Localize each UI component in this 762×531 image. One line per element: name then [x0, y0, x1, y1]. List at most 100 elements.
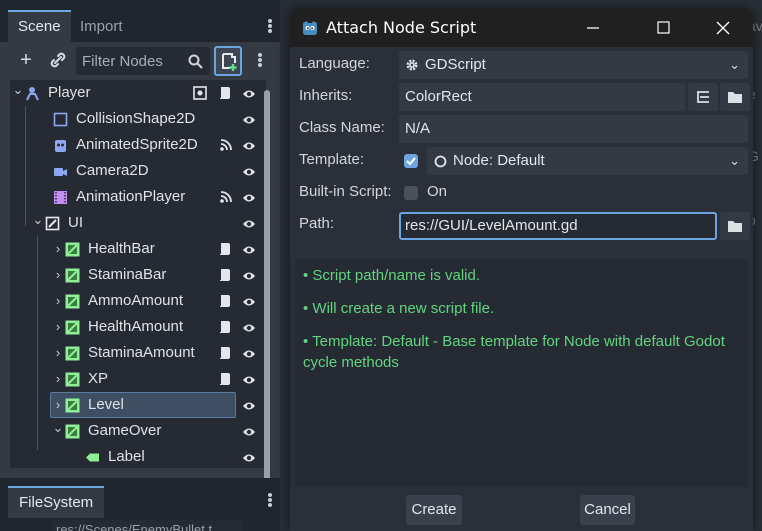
visibility-eye-icon[interactable]: [242, 217, 256, 229]
tree-node-label: AmmoAmount: [88, 292, 184, 309]
signal-icon[interactable]: [219, 190, 233, 204]
chevron-down-icon[interactable]: ⌄: [32, 210, 44, 230]
script-icon[interactable]: [219, 320, 231, 334]
tab-import[interactable]: Import: [70, 10, 133, 42]
tree-row-ammoamount[interactable]: › AmmoAmount: [10, 288, 266, 314]
minimize-button[interactable]: [570, 9, 616, 47]
tree-node-label: StaminaBar: [88, 266, 167, 283]
visibility-eye-icon[interactable]: [242, 113, 256, 125]
chevron-right-icon[interactable]: ›: [52, 288, 64, 314]
filter-nodes-input[interactable]: [76, 47, 186, 75]
instance-icon[interactable]: [193, 86, 207, 100]
inherits-browse-button[interactable]: [720, 83, 750, 111]
script-icon[interactable]: [219, 372, 231, 386]
visibility-eye-icon[interactable]: [242, 243, 256, 255]
tree-row-healthamount[interactable]: › HealthAmount: [10, 314, 266, 340]
scene-dock-tabs: Scene Import: [0, 10, 280, 42]
scene-tree-scrollbar[interactable]: [264, 90, 270, 508]
visibility-eye-icon[interactable]: [242, 269, 256, 281]
link-icon[interactable]: [46, 48, 70, 72]
chevron-down-icon: ⌄: [729, 153, 740, 168]
filesystem-menu-icon[interactable]: [263, 491, 277, 509]
tree-row-ui[interactable]: ⌄ UI: [10, 210, 266, 236]
tree-row-camera2d[interactable]: Camera2D: [10, 158, 266, 184]
tree-node-label: Level: [88, 396, 124, 413]
template-label: Template:: [299, 151, 365, 168]
color-rect-icon: [65, 346, 80, 361]
path-browse-button[interactable]: [720, 212, 750, 240]
dialog-titlebar: Attach Node Script: [290, 9, 753, 47]
scene-options-icon[interactable]: [253, 51, 267, 69]
filesystem-path-field[interactable]: res://Scenes/EnemyBullet.t: [52, 520, 242, 531]
tree-row-gameover[interactable]: ⌄ GameOver: [10, 418, 266, 444]
visibility-eye-icon[interactable]: [242, 399, 256, 411]
color-rect-icon: [65, 372, 80, 387]
class-name-field[interactable]: N/A: [399, 115, 748, 143]
validation-message: • Template: Default - Base template for …: [303, 333, 725, 371]
chevron-right-icon[interactable]: ›: [52, 262, 64, 288]
tree-row-healthbar[interactable]: › HealthBar: [10, 236, 266, 262]
language-dropdown[interactable]: GDScript ⌄: [399, 51, 748, 79]
chevron-down-icon: ⌄: [729, 57, 740, 72]
signal-icon[interactable]: [219, 138, 233, 152]
tree-node-label: GameOver: [88, 422, 162, 439]
cancel-button[interactable]: Cancel: [580, 495, 635, 525]
visibility-eye-icon[interactable]: [242, 321, 256, 333]
scene-dock-menu-icon[interactable]: [263, 17, 277, 35]
tree-row-staminaamount[interactable]: › StaminaAmount: [10, 340, 266, 366]
visibility-eye-icon[interactable]: [242, 347, 256, 359]
tree-row-xp[interactable]: › XP: [10, 366, 266, 392]
template-value: Node: Default: [453, 152, 545, 169]
validation-message: • Script path/name is valid.: [303, 267, 480, 284]
tree-node-label: Label: [108, 448, 145, 465]
chevron-right-icon[interactable]: ›: [52, 392, 64, 418]
tree-row-level[interactable]: › Level: [10, 392, 266, 418]
filter-nodes-field[interactable]: [76, 47, 210, 75]
visibility-eye-icon[interactable]: [242, 139, 256, 151]
tree-node-label: AnimationPlayer: [76, 188, 186, 205]
add-node-icon[interactable]: +: [14, 48, 38, 72]
tree-node-label: XP: [88, 370, 109, 387]
template-checkbox[interactable]: [404, 154, 418, 168]
attach-script-button[interactable]: [214, 46, 242, 76]
visibility-eye-icon[interactable]: [242, 191, 256, 203]
close-button[interactable]: [700, 9, 746, 47]
chevron-right-icon[interactable]: ›: [52, 366, 64, 392]
visibility-eye-icon[interactable]: [242, 425, 256, 437]
chevron-down-icon[interactable]: ⌄: [12, 80, 24, 100]
visibility-eye-icon[interactable]: [242, 451, 256, 463]
path-label: Path:: [299, 215, 335, 232]
tree-row-animatedsprite2d[interactable]: AnimatedSprite2D: [10, 132, 266, 158]
tree-row-animationplayer[interactable]: AnimationPlayer: [10, 184, 266, 210]
tree-node-label: CollisionShape2D: [76, 110, 196, 127]
script-icon[interactable]: [219, 346, 231, 360]
tree-row-staminabar[interactable]: › StaminaBar: [10, 262, 266, 288]
script-icon[interactable]: [219, 86, 231, 100]
script-icon[interactable]: [219, 294, 231, 308]
script-icon[interactable]: [219, 268, 231, 282]
tab-scene[interactable]: Scene: [8, 10, 71, 42]
minimize-icon: [587, 27, 599, 29]
builtin-script-checkbox[interactable]: [404, 186, 418, 200]
visibility-eye-icon[interactable]: [242, 373, 256, 385]
chevron-down-icon[interactable]: ⌄: [52, 418, 64, 438]
visibility-eye-icon[interactable]: [242, 87, 256, 99]
path-input[interactable]: res://GUI/LevelAmount.gd: [399, 212, 717, 240]
chevron-right-icon[interactable]: ›: [52, 314, 64, 340]
tab-filesystem[interactable]: FileSystem: [8, 486, 105, 518]
visibility-eye-icon[interactable]: [242, 165, 256, 177]
create-button[interactable]: Create: [406, 495, 462, 525]
inherits-tree-button[interactable]: [688, 83, 718, 111]
inherits-field[interactable]: ColorRect: [399, 83, 685, 111]
tree-row-collisionshape2d[interactable]: CollisionShape2D: [10, 106, 266, 132]
script-icon[interactable]: [219, 242, 231, 256]
tree-row-label[interactable]: Label: [10, 444, 266, 470]
close-icon: [716, 21, 730, 35]
color-rect-icon: [65, 424, 80, 439]
visibility-eye-icon[interactable]: [242, 295, 256, 307]
maximize-button[interactable]: [640, 9, 686, 47]
tree-row-player[interactable]: ⌄ Player: [10, 80, 266, 106]
chevron-right-icon[interactable]: ›: [52, 340, 64, 366]
template-dropdown[interactable]: Node: Default ⌄: [427, 147, 748, 175]
chevron-right-icon[interactable]: ›: [52, 236, 64, 262]
